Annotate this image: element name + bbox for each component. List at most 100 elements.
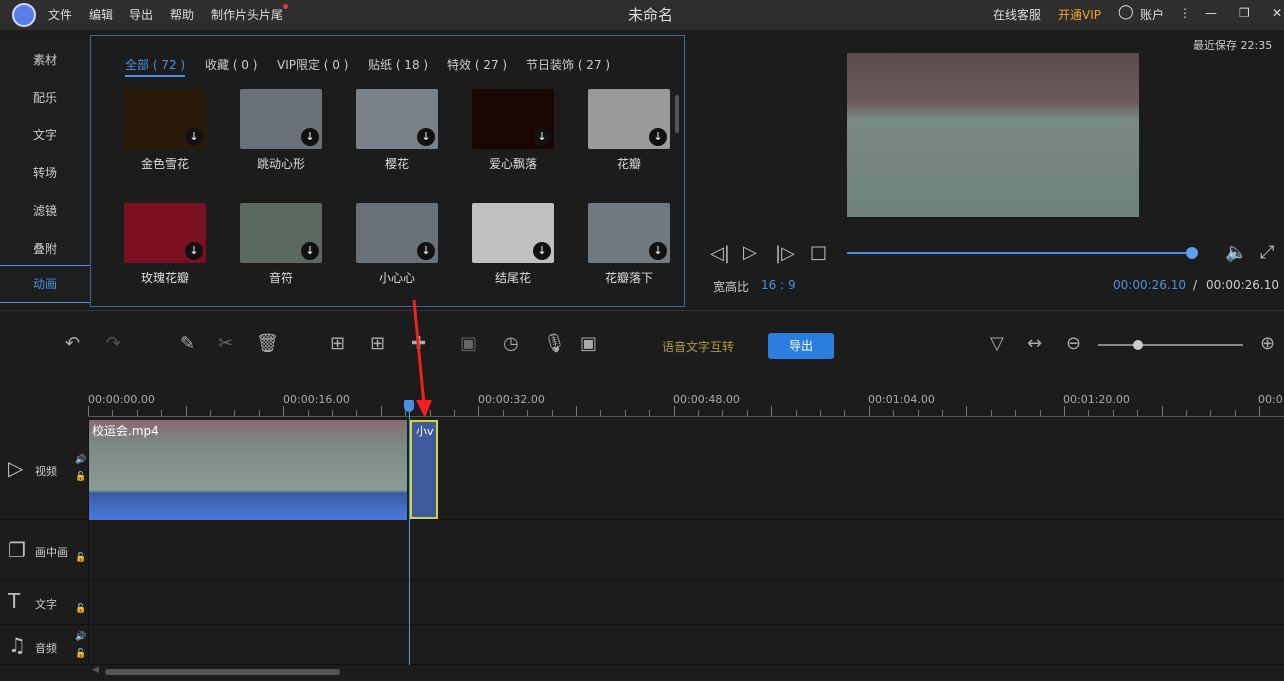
fit-icon[interactable]: ↔	[1027, 333, 1042, 354]
download-icon[interactable]: ↓	[301, 242, 319, 260]
effect-thumbnail[interactable]: ↓	[124, 89, 206, 149]
menu-edit[interactable]: 编辑	[89, 6, 113, 23]
effect-thumbnail[interactable]: ↓	[588, 203, 670, 263]
pip-lock-icon[interactable]: 🔓	[75, 553, 86, 563]
effect-thumbnail[interactable]: ↓	[356, 89, 438, 149]
download-icon[interactable]: ↓	[533, 242, 551, 260]
export-button[interactable]: 导出	[768, 333, 834, 359]
vip-link[interactable]: 开通VIP	[1058, 6, 1101, 23]
download-icon[interactable]: ↓	[185, 242, 203, 260]
progress-bar[interactable]	[847, 252, 1192, 254]
volume-icon[interactable]: 🔈	[1225, 242, 1247, 263]
last-saved: 最近保存 22:35	[1193, 39, 1273, 52]
tab-holiday[interactable]: 节日装饰 ( 27 )	[526, 56, 610, 73]
ruler-tick	[1039, 410, 1041, 416]
support-link[interactable]: 在线客服	[993, 6, 1041, 23]
video-clip[interactable]: 校运会.mp4	[89, 420, 407, 520]
zoom-frame-icon[interactable]: ⊞	[370, 333, 385, 354]
ruler-tick	[942, 410, 943, 416]
ruler-tick	[649, 410, 651, 416]
effect-thumbnail[interactable]: ↓	[240, 89, 322, 149]
audio-lock-icon[interactable]: 🔓	[75, 649, 86, 659]
ruler-tick-label: 00:00:48.00	[673, 393, 740, 406]
effect-thumbnail[interactable]: ↓	[472, 203, 554, 263]
download-icon[interactable]: ↓	[649, 128, 667, 146]
scroll-left-icon[interactable]: ◀	[92, 665, 99, 675]
progress-handle[interactable]	[1186, 247, 1198, 259]
user-icon[interactable]: ◯	[1118, 4, 1134, 20]
total-time: 00:00:26.10	[1206, 278, 1279, 292]
account-link[interactable]: 账户	[1140, 6, 1164, 23]
edit-icon[interactable]: ✎	[180, 333, 195, 354]
track-text	[0, 580, 1284, 625]
crop-icon[interactable]: ⊞	[330, 333, 345, 354]
restore-icon[interactable]: ❐	[1239, 6, 1250, 20]
play-icon[interactable]: ▷	[743, 242, 757, 263]
undo-icon[interactable]: ↶	[65, 333, 80, 354]
tab-effects[interactable]: 特效 ( 27 )	[447, 56, 507, 73]
stop-icon[interactable]: □	[810, 242, 827, 263]
minimize-icon[interactable]: —	[1205, 6, 1217, 20]
zoom-slider[interactable]	[1098, 344, 1243, 346]
download-icon[interactable]: ↓	[649, 242, 667, 260]
effect-thumbnail[interactable]: ↓	[124, 203, 206, 263]
mic-icon[interactable]: 🎙	[543, 333, 566, 354]
prev-frame-icon[interactable]: ◁|	[710, 243, 730, 264]
cut-icon[interactable]: ✂	[218, 333, 233, 354]
screen-record-icon[interactable]: ▣	[580, 333, 597, 354]
sidebar-item-animation[interactable]: 动画	[0, 265, 90, 303]
audio-mute-icon[interactable]: 🔊	[75, 632, 86, 642]
more-icon[interactable]: ⋮	[1179, 6, 1191, 20]
menu-export[interactable]: 导出	[129, 6, 153, 23]
fullscreen-icon[interactable]: ⤢	[1260, 242, 1274, 263]
effect-thumbnail[interactable]: ↓	[588, 89, 670, 149]
menu-file[interactable]: 文件	[48, 6, 72, 23]
speed-icon[interactable]: ◷	[503, 333, 519, 354]
zoom-out-icon[interactable]: ⊖	[1066, 333, 1081, 354]
sidebar-item-music[interactable]: 配乐	[0, 89, 90, 106]
mosaic-icon[interactable]: ▣	[460, 333, 477, 354]
video-mute-icon[interactable]: 🔊	[75, 455, 86, 465]
redo-icon[interactable]: ↷	[106, 333, 121, 354]
effect-label: 金色雪花	[140, 157, 189, 171]
effect-thumbnail[interactable]: ↓	[240, 203, 322, 263]
effect-thumbnail[interactable]: ↓	[356, 203, 438, 263]
effect-thumbnail[interactable]: ↓	[472, 89, 554, 149]
marker-icon[interactable]: ▽	[990, 333, 1004, 354]
tab-all[interactable]: 全部 ( 72 )	[125, 56, 186, 77]
tab-favorites[interactable]: 收藏 ( 0 )	[205, 56, 257, 73]
panel-scrollbar[interactable]	[675, 95, 679, 133]
video-lock-icon[interactable]: 🔓	[75, 472, 86, 482]
delete-icon[interactable]: 🗑	[256, 333, 279, 354]
download-icon[interactable]: ↓	[301, 128, 319, 146]
playhead[interactable]	[409, 410, 410, 665]
sidebar-item-text[interactable]: 文字	[0, 126, 90, 143]
speech-text-button[interactable]: 语音文字互转	[662, 338, 734, 355]
ruler-tick	[1137, 410, 1139, 416]
close-icon[interactable]: ✕	[1272, 6, 1282, 20]
zoom-in-icon[interactable]: ⊕	[1260, 333, 1275, 354]
sidebar-item-transition[interactable]: 转场	[0, 164, 90, 181]
sidebar-item-filter[interactable]: 滤镜	[0, 202, 90, 219]
clip-label: 校运会.mp4	[92, 424, 159, 438]
aspect-ratio-value[interactable]: 16 : 9	[761, 278, 796, 292]
text-lock-icon[interactable]: 🔓	[75, 604, 86, 614]
download-icon[interactable]: ↓	[533, 128, 551, 146]
zoom-slider-handle[interactable]	[1133, 340, 1143, 350]
download-icon[interactable]: ↓	[417, 242, 435, 260]
animation-effect-clip[interactable]: 小v	[410, 420, 438, 519]
menu-intro-outro[interactable]: 制作片头片尾	[211, 6, 283, 23]
effect-clip-label: 小v	[416, 425, 434, 438]
download-icon[interactable]: ↓	[185, 128, 203, 146]
tab-stickers[interactable]: 贴纸 ( 18 )	[368, 56, 428, 73]
ruler-tick	[136, 410, 138, 416]
timeline-scrollbar[interactable]	[105, 669, 340, 675]
download-icon[interactable]: ↓	[417, 128, 435, 146]
sidebar-item-overlay[interactable]: 叠附	[0, 240, 90, 257]
menu-help[interactable]: 帮助	[170, 6, 194, 23]
tab-vip[interactable]: VIP限定 ( 0 )	[277, 56, 348, 73]
sidebar-item-material[interactable]: 素材	[0, 51, 90, 68]
ruler-tick	[771, 406, 773, 416]
ruler-tick	[1161, 406, 1163, 416]
next-frame-icon[interactable]: |▷	[775, 243, 795, 264]
